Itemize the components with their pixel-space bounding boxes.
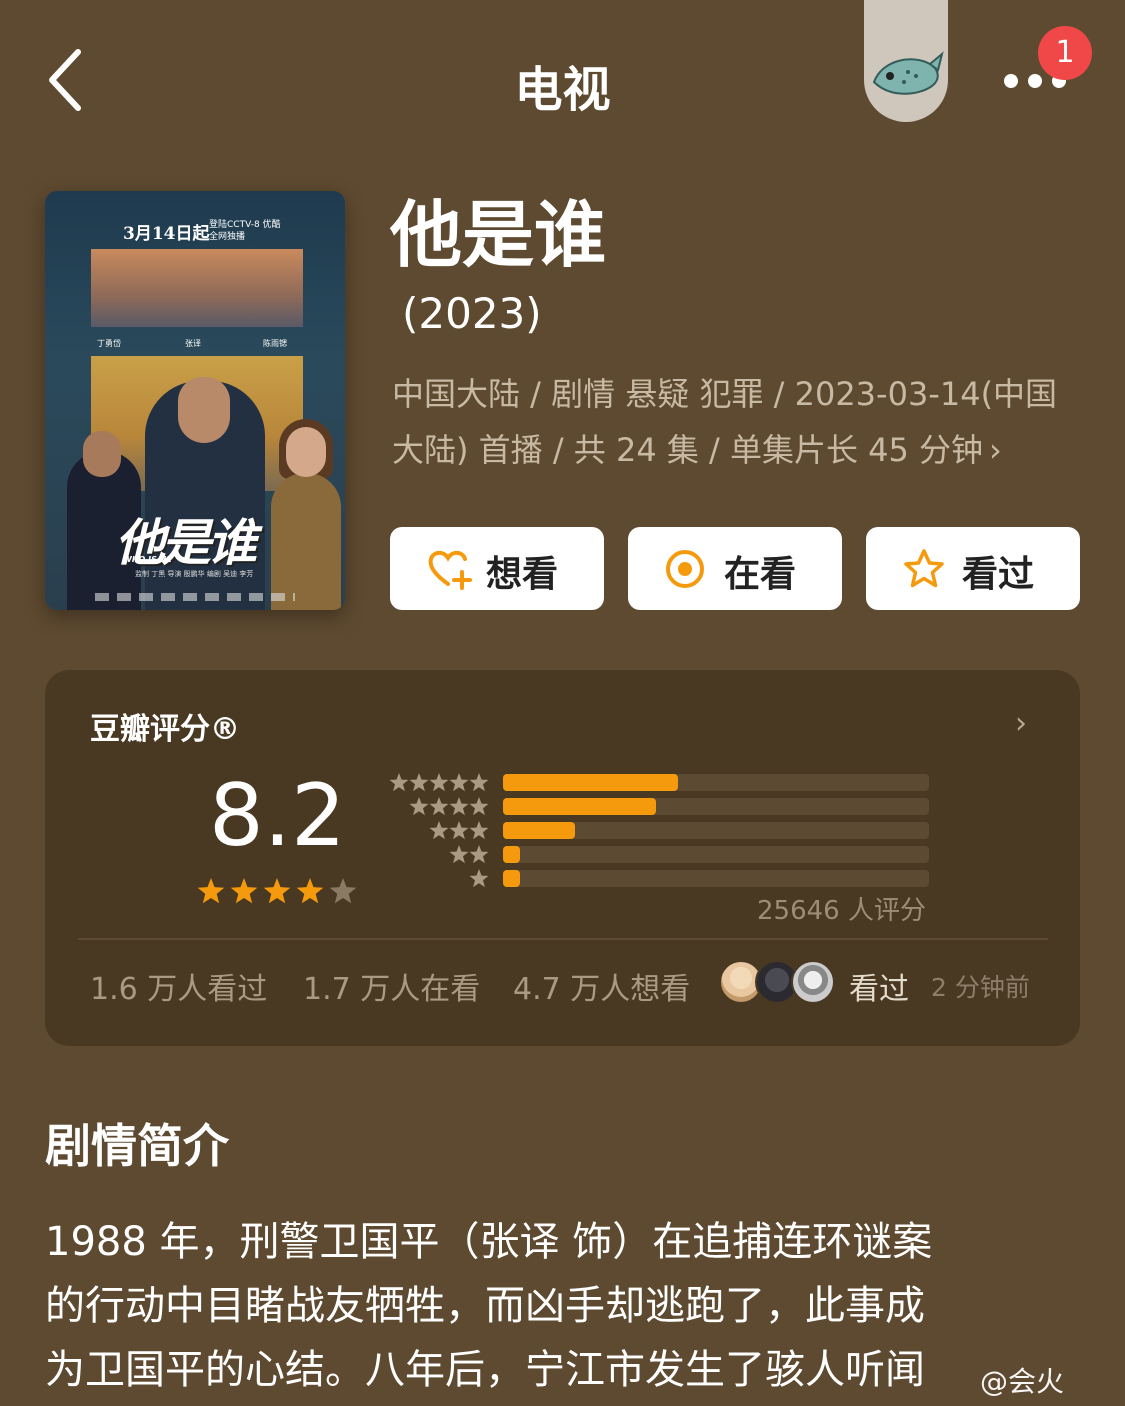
avatar[interactable] bbox=[791, 960, 835, 1004]
distribution-bar-track bbox=[503, 774, 929, 791]
synopsis-line: 的行动中目睹战友牺牲，而凶手却逃跑了，此事成 bbox=[45, 1283, 925, 1329]
poster-face-left bbox=[83, 431, 121, 477]
distribution-stars bbox=[409, 797, 489, 816]
small-star-icon bbox=[469, 821, 489, 840]
mascot-tab[interactable] bbox=[864, 0, 948, 122]
watched-label: 看过 bbox=[962, 554, 1035, 595]
poster-panel-top bbox=[91, 249, 303, 327]
chevron-right-icon[interactable]: › bbox=[1015, 706, 1027, 741]
distribution-bar-fill bbox=[503, 870, 521, 887]
star-filled-icon bbox=[296, 878, 324, 904]
synopsis-line: 1988 年，刑警卫国平（张译 饰）在追捕连环谜案 bbox=[45, 1219, 933, 1265]
poster-figure-right bbox=[271, 473, 341, 610]
poster-cast: 丁勇岱 bbox=[97, 339, 121, 348]
rating-count: 25646 人评分 bbox=[757, 896, 926, 926]
notification-badge[interactable]: 1 bbox=[1038, 26, 1092, 80]
synopsis-text: 1988 年，刑警卫国平（张译 饰）在追捕连环谜案 的行动中目睹战友牺牲，而凶手… bbox=[45, 1210, 1085, 1402]
watching-button[interactable]: 在看 bbox=[628, 527, 842, 610]
show-meta-line-wrapper: 大陆) 首播 / 共 24 集 / 单集片长 45 分钟 › bbox=[392, 422, 1092, 478]
poster-credits: 监制 丁黑 导演 殷鹏华 编剧 吴迪 李芳 bbox=[135, 570, 254, 578]
rating-card[interactable]: 豆瓣评分® › 8.2 25646 人评分 1.6 万人看过 1.7 万人在看 … bbox=[45, 670, 1080, 1046]
divider bbox=[78, 938, 1048, 940]
distribution-bar-track bbox=[503, 846, 929, 863]
fish-mascot-icon bbox=[872, 51, 944, 95]
target-circle-icon bbox=[666, 550, 704, 588]
poster-date: 3月14日起 bbox=[123, 224, 210, 244]
small-star-icon bbox=[449, 845, 469, 864]
poster-face-center bbox=[178, 377, 230, 443]
chevron-right-icon: › bbox=[989, 431, 1002, 469]
poster-logo-title: 他是谁 bbox=[115, 514, 257, 572]
small-star-icon bbox=[449, 797, 469, 816]
rating-score: 8.2 bbox=[209, 766, 346, 866]
star-outline-icon bbox=[904, 549, 944, 588]
watermark: @会火 bbox=[980, 1365, 1065, 1398]
distribution-stars bbox=[469, 869, 489, 888]
distribution-bar-fill bbox=[503, 798, 657, 815]
distribution-stars bbox=[449, 845, 489, 864]
page-title: 电视 bbox=[514, 62, 611, 118]
heart-plus-icon bbox=[428, 550, 472, 590]
star-empty-icon bbox=[329, 878, 357, 904]
want-to-watch-button[interactable]: 想看 bbox=[390, 527, 604, 610]
show-title: 他是谁 bbox=[390, 193, 607, 277]
poster-cast: 陈雨锶 bbox=[263, 339, 287, 348]
poster-cast: 张译 bbox=[185, 339, 201, 348]
watched-button[interactable]: 看过 bbox=[866, 527, 1080, 610]
small-star-icon bbox=[469, 797, 489, 816]
show-poster[interactable]: 3月14日起 登陆CCTV-8 优酷全网独播 丁勇岱 张译 陈雨锶 他是谁 WH… bbox=[45, 191, 345, 610]
watching-label: 在看 bbox=[724, 554, 797, 595]
ellipsis-icon bbox=[1004, 74, 1018, 88]
synopsis-heading: 剧情简介 bbox=[45, 1119, 229, 1173]
watching-count[interactable]: 1.7 万人在看 bbox=[303, 964, 480, 1008]
poster-sponsor-logos bbox=[95, 593, 295, 601]
star-filled-icon bbox=[230, 878, 258, 904]
small-star-icon bbox=[409, 797, 429, 816]
distribution-bar-fill bbox=[503, 846, 521, 863]
star-filled-icon bbox=[197, 878, 225, 904]
want-count[interactable]: 4.7 万人想看 bbox=[513, 964, 690, 1008]
poster-face-right bbox=[286, 427, 326, 477]
distribution-bar-track bbox=[503, 798, 929, 815]
small-star-icon bbox=[429, 797, 449, 816]
poster-logo-subtitle: WHO IS HE bbox=[123, 555, 172, 564]
rating-stars bbox=[197, 878, 357, 904]
small-star-icon bbox=[469, 869, 489, 888]
distribution-bar-fill bbox=[503, 822, 576, 839]
watch-stats-row: 1.6 万人看过 1.7 万人在看 4.7 万人想看 看过 2 分钟前 bbox=[45, 960, 1080, 1014]
synopsis-line: 为卫国平的心结。八年后，宁江市发生了骇人听闻 bbox=[45, 1347, 925, 1393]
watched-count[interactable]: 1.6 万人看过 bbox=[90, 964, 267, 1008]
small-star-icon bbox=[469, 773, 489, 792]
rating-label: 豆瓣评分® bbox=[90, 712, 240, 747]
small-star-icon bbox=[429, 821, 449, 840]
show-meta-line: 大陆) 首播 / 共 24 集 / 单集片长 45 分钟 bbox=[392, 431, 984, 469]
poster-date-sub: 登陆CCTV-8 优酷全网独播 bbox=[209, 220, 281, 242]
small-star-icon bbox=[449, 821, 469, 840]
top-nav-bar: 电视 1 bbox=[0, 0, 1125, 160]
distribution-stars bbox=[429, 821, 489, 840]
distribution-bar-track bbox=[503, 870, 929, 887]
star-filled-icon bbox=[263, 878, 291, 904]
small-star-icon bbox=[389, 773, 409, 792]
friends-time: 2 分钟前 bbox=[931, 973, 1030, 1002]
show-year: (2023) bbox=[402, 289, 542, 338]
show-meta-info[interactable]: 中国大陆 / 剧情 悬疑 犯罪 / 2023-03-14(中国 大陆) 首播 /… bbox=[392, 366, 1092, 478]
want-to-watch-label: 想看 bbox=[486, 554, 559, 595]
show-meta-line: 中国大陆 / 剧情 悬疑 犯罪 / 2023-03-14(中国 bbox=[392, 375, 1058, 413]
small-star-icon bbox=[449, 773, 469, 792]
back-button[interactable] bbox=[40, 40, 100, 120]
distribution-bar-fill bbox=[503, 774, 678, 791]
distribution-bar-track bbox=[503, 822, 929, 839]
ellipsis-dot bbox=[1028, 74, 1042, 88]
small-star-icon bbox=[429, 773, 449, 792]
friends-action: 看过 bbox=[849, 972, 909, 1007]
small-star-icon bbox=[469, 845, 489, 864]
chevron-left-icon bbox=[49, 49, 81, 111]
small-star-icon bbox=[409, 773, 429, 792]
distribution-stars bbox=[389, 773, 489, 792]
